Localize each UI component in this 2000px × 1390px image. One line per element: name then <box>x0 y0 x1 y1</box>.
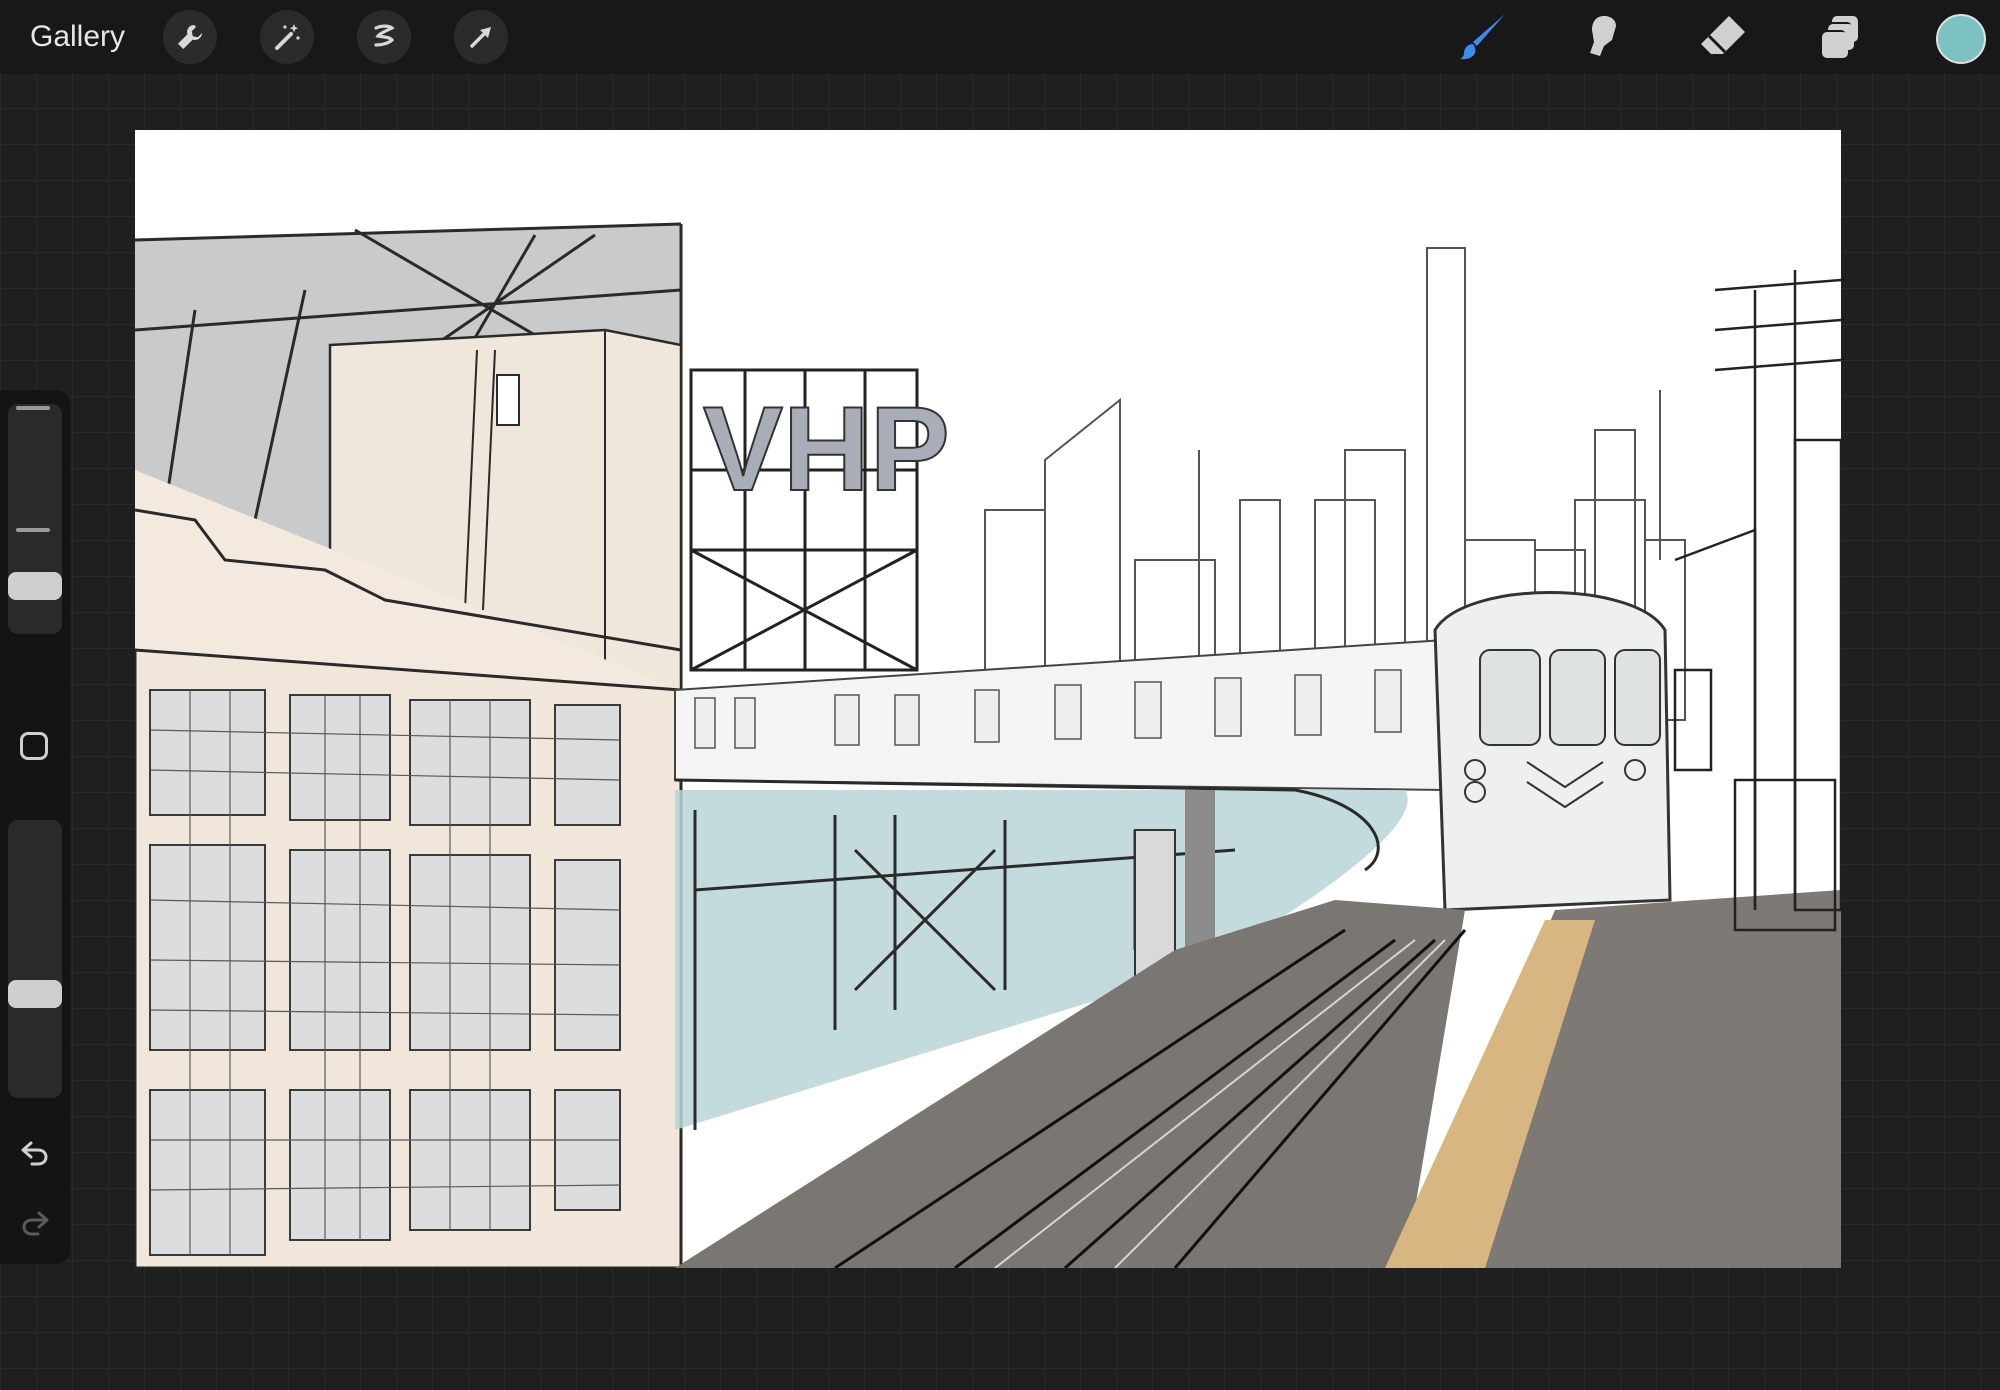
redo-icon[interactable] <box>13 1202 57 1242</box>
magic-wand-icon[interactable] <box>260 10 314 64</box>
rooftop-sign: VHP <box>689 368 951 672</box>
left-sidebar <box>0 390 70 1264</box>
gallery-button[interactable]: Gallery <box>30 18 125 56</box>
layers-icon[interactable] <box>1812 8 1870 66</box>
urban-sketch-artwork: VHP <box>135 222 1841 1268</box>
opacity-thumb[interactable] <box>8 980 62 1008</box>
drawing-canvas[interactable]: VHP <box>135 130 1841 1268</box>
slider-mark <box>16 406 50 410</box>
smudge-icon[interactable] <box>1574 8 1632 66</box>
wrench-icon[interactable] <box>163 10 217 64</box>
slider-mark <box>16 528 50 532</box>
modify-button[interactable] <box>20 732 48 760</box>
opacity-slider[interactable] <box>8 820 62 1098</box>
top-toolbar: Gallery <box>0 0 2000 74</box>
brush-icon[interactable] <box>1455 8 1513 66</box>
brush-size-thumb[interactable] <box>8 572 62 600</box>
station-building <box>1673 270 1841 932</box>
selection-icon[interactable] <box>357 10 411 64</box>
transform-arrow-icon[interactable] <box>454 10 508 64</box>
undo-icon[interactable] <box>13 1132 57 1172</box>
svg-text:VHP: VHP <box>703 382 950 516</box>
color-picker-swatch[interactable] <box>1936 14 1986 64</box>
eraser-icon[interactable] <box>1693 8 1751 66</box>
brush-size-slider[interactable] <box>8 404 62 634</box>
